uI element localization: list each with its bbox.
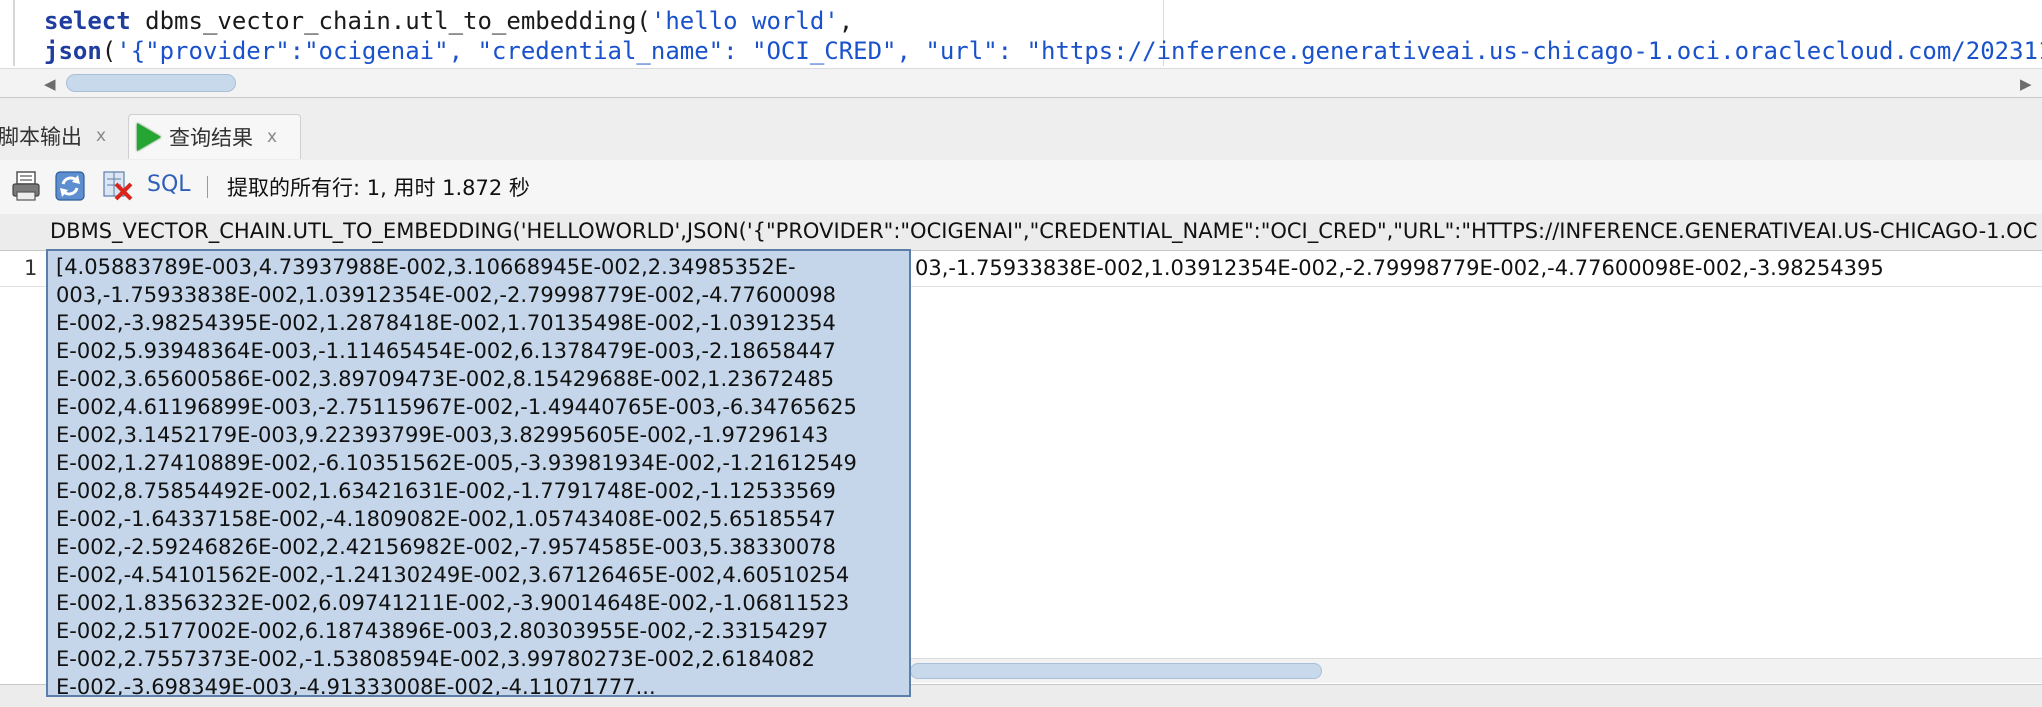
result-grid[interactable]: DBMS_VECTOR_CHAIN.UTL_TO_EMBEDDING('HELL… xyxy=(0,214,2042,707)
cell-value-line: E-002,-3.98254395E-002,1.2878418E-002,1.… xyxy=(56,311,836,335)
tab-script-output[interactable]: 脚本输出 x xyxy=(0,114,122,158)
close-icon[interactable]: x xyxy=(267,127,277,147)
code-line-2[interactable]: json('{"provider":"ocigenai", "credentia… xyxy=(44,36,2042,66)
print-icon[interactable] xyxy=(10,170,42,202)
cell-value-line: 003,-1.75933838E-002,1.03912354E-002,-2.… xyxy=(56,283,836,307)
run-icon xyxy=(137,123,161,151)
cell-value-line: E-002,3.65600586E-002,3.89709473E-002,8.… xyxy=(56,367,835,391)
split-pane-divider[interactable] xyxy=(0,97,2042,111)
code-line-1[interactable]: select dbms_vector_chain.utl_to_embeddin… xyxy=(44,6,853,36)
scroll-right-arrow-icon[interactable]: ▶ xyxy=(2020,75,2032,93)
tab-label: 脚本输出 xyxy=(0,125,82,149)
cell-value-line: E-002,1.27410889E-002,-6.10351562E-005,-… xyxy=(56,451,857,475)
code-text-tail: , xyxy=(838,7,854,35)
refresh-icon[interactable] xyxy=(54,170,86,202)
editor-horizontal-scrollbar[interactable]: ◀ ▶ xyxy=(0,68,2042,97)
cell-value-line: E-002,-3.698349E-003,-4.91333008E-002,-4… xyxy=(56,675,656,697)
sql-editor[interactable]: select dbms_vector_chain.utl_to_embeddin… xyxy=(0,0,2042,98)
string-literal: '{"provider":"ocigenai", "credential_nam… xyxy=(116,37,2042,65)
column-header[interactable]: DBMS_VECTOR_CHAIN.UTL_TO_EMBEDDING('HELL… xyxy=(50,219,2037,243)
tab-query-result[interactable]: 查询结果 x xyxy=(128,114,301,159)
row-number[interactable]: 1 xyxy=(24,256,37,280)
result-toolbar: SQL 提取的所有行: 1, 用时 1.872 秒 xyxy=(0,160,2042,215)
cell-value-line: E-002,2.5177002E-002,6.18743896E-003,2.8… xyxy=(56,619,829,643)
sql-link[interactable]: SQL xyxy=(147,172,191,197)
cell-value-line: E-002,5.93948364E-003,-1.11465454E-002,6… xyxy=(56,339,836,363)
close-icon[interactable]: x xyxy=(96,126,106,146)
cell-value-line: E-002,-4.54101562E-002,-1.24130249E-002,… xyxy=(56,563,850,587)
table-cell-value[interactable]: 03,-1.75933838E-002,1.03912354E-002,-2.7… xyxy=(915,256,1884,280)
cell-value-line: E-002,3.1452179E-003,9.22393799E-003,3.8… xyxy=(56,423,829,447)
scroll-thumb[interactable] xyxy=(910,663,1322,679)
grid-header-row: DBMS_VECTOR_CHAIN.UTL_TO_EMBEDDING('HELL… xyxy=(0,214,2042,251)
cell-value-line: E-002,8.75854492E-002,1.63421631E-002,-1… xyxy=(56,479,836,503)
scroll-thumb[interactable] xyxy=(66,74,236,92)
toolbar-separator xyxy=(207,176,208,198)
output-tab-bar: 脚本输出 x 查询结果 x xyxy=(0,110,2042,161)
cell-value-line: E-002,-2.59246826E-002,2.42156982E-002,-… xyxy=(56,535,836,559)
code-text: dbms_vector_chain.utl_to_embedding( xyxy=(130,7,651,35)
cell-value-line: [4.05883789E-003,4.73937988E-002,3.10668… xyxy=(56,255,796,279)
editor-gutter xyxy=(13,0,15,66)
cancel-icon[interactable] xyxy=(102,170,134,202)
cell-value-popup[interactable]: [4.05883789E-003,4.73937988E-002,3.10668… xyxy=(46,249,911,697)
string-literal: 'hello world' xyxy=(650,7,839,35)
cell-value-line: E-002,-1.64337158E-002,-4.1809082E-002,1… xyxy=(56,507,836,531)
tab-label: 查询结果 xyxy=(169,126,253,150)
cell-value-line: E-002,1.83563232E-002,6.09741211E-002,-3… xyxy=(56,591,850,615)
cell-value-line: E-002,4.61196899E-003,-2.75115967E-002,-… xyxy=(56,395,857,419)
code-text: ( xyxy=(101,37,117,65)
scroll-left-arrow-icon[interactable]: ◀ xyxy=(44,75,56,93)
fetch-status-text: 提取的所有行: 1, 用时 1.872 秒 xyxy=(227,176,530,200)
keyword-select: select xyxy=(44,7,131,35)
cell-value-line: E-002,2.7557373E-002,-1.53808594E-002,3.… xyxy=(56,647,815,671)
keyword-json: json xyxy=(44,37,102,65)
